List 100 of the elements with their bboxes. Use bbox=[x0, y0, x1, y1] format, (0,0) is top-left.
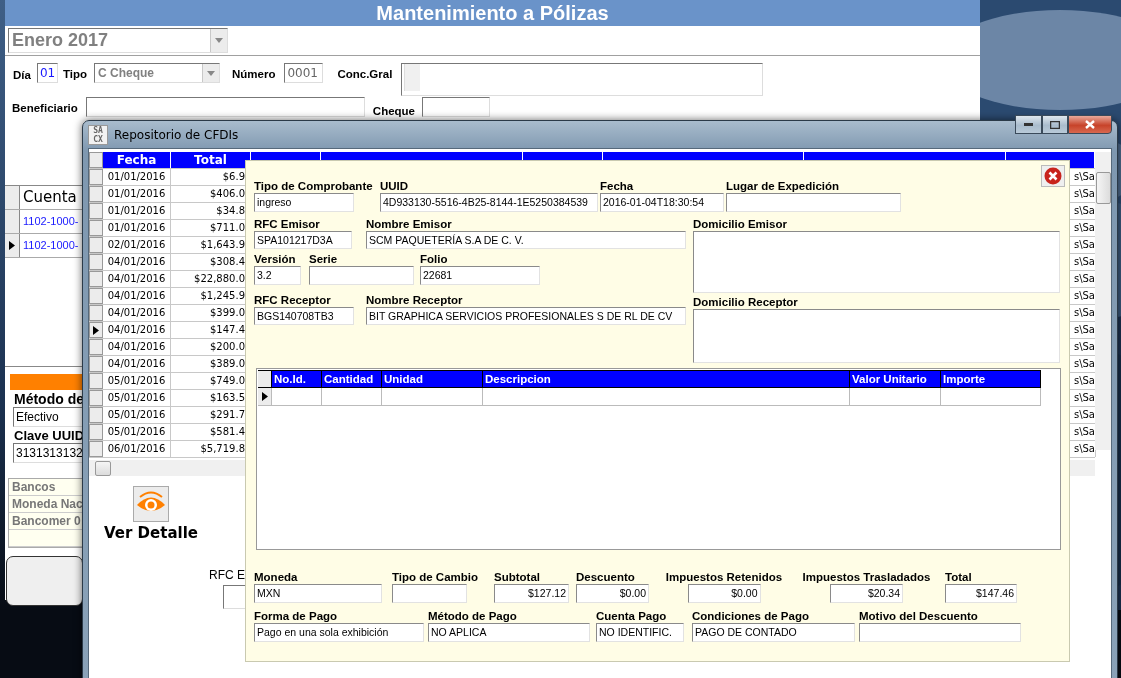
text-field[interactable]: SPA101217D3A bbox=[254, 231, 352, 249]
row-pointer-icon bbox=[9, 241, 15, 250]
field-label: Cuenta Pago bbox=[596, 609, 667, 623]
table-cell: 04/01/2016 bbox=[103, 305, 171, 321]
field-label: Total bbox=[945, 570, 972, 584]
view-detail-button[interactable]: Ver Detalle bbox=[101, 486, 201, 542]
table-cell: 04/01/2016 bbox=[103, 288, 171, 304]
field-label: Condiciones de Pago bbox=[692, 609, 809, 623]
text-field[interactable]: 22681 bbox=[420, 266, 540, 285]
column-header[interactable]: Total bbox=[171, 152, 251, 168]
column-header[interactable]: Valor Unitario bbox=[850, 370, 941, 388]
text-field[interactable] bbox=[693, 231, 1060, 293]
concept-field[interactable] bbox=[401, 63, 764, 96]
dropdown-arrow-icon bbox=[206, 70, 215, 76]
list-item[interactable]: Bancos bbox=[9, 479, 82, 496]
field-label: Número bbox=[231, 68, 276, 80]
text-field[interactable]: 4D933130-5516-4B25-8144-1E5250384539 bbox=[380, 193, 598, 212]
field-label: Motivo del Descuento bbox=[859, 609, 978, 623]
field-label: Serie bbox=[309, 252, 338, 266]
field-label: Tipo de Comprobante bbox=[254, 179, 373, 193]
column-header[interactable]: Unidad bbox=[382, 370, 483, 388]
field-label: Nombre Receptor bbox=[366, 293, 463, 307]
text-field[interactable]: 3.2 bbox=[254, 266, 301, 285]
table-cell: 04/01/2016 bbox=[103, 254, 171, 270]
field-label: Subtotal bbox=[494, 570, 540, 584]
row-selector[interactable] bbox=[5, 234, 20, 257]
text-field[interactable] bbox=[392, 584, 467, 603]
column-header[interactable]: Descripcion bbox=[483, 370, 850, 388]
text-field[interactable]: $0.00 bbox=[687, 584, 761, 603]
table-cell: 05/01/2016 bbox=[103, 407, 171, 423]
column-header[interactable]: Fecha bbox=[103, 152, 171, 168]
list-item[interactable]: Bancomer 0 bbox=[9, 513, 82, 530]
field-label: Impuestos Trasladados bbox=[802, 570, 931, 584]
table-cell: 04/01/2016 bbox=[103, 339, 171, 355]
field-label: UUID bbox=[380, 179, 409, 193]
column-header[interactable]: Importe bbox=[941, 370, 1041, 388]
field-label: Conc.Gral bbox=[337, 68, 393, 80]
text-field[interactable]: $0.00 bbox=[576, 584, 649, 603]
text-field[interactable]: 2016-01-04T18:30:54 bbox=[600, 193, 724, 212]
table-cell: 04/01/2016 bbox=[103, 356, 171, 372]
row-selector[interactable] bbox=[258, 388, 272, 406]
text-field[interactable]: MXN bbox=[254, 584, 382, 603]
column-header[interactable]: Cantidad bbox=[322, 370, 382, 388]
text-field[interactable]: $127.12 bbox=[494, 584, 569, 603]
text-field[interactable] bbox=[693, 309, 1060, 363]
table-cell: 01/01/2016 bbox=[103, 169, 171, 185]
number-field[interactable]: 0001 bbox=[284, 63, 324, 83]
field-label: RFC E bbox=[209, 568, 245, 582]
table-cell: 05/01/2016 bbox=[103, 390, 171, 406]
list-item[interactable] bbox=[9, 530, 82, 547]
column-header: Cuenta bbox=[22, 187, 77, 208]
field-label: Versión bbox=[254, 252, 296, 266]
period-dropdown[interactable]: Enero 2017 bbox=[8, 28, 228, 53]
field-label: RFC Emisor bbox=[254, 217, 320, 231]
vertical-scrollbar[interactable] bbox=[1095, 152, 1111, 450]
text-field[interactable] bbox=[309, 266, 414, 285]
text-field[interactable]: ingreso bbox=[254, 193, 354, 212]
text-field[interactable]: BGS140708TB3 bbox=[254, 307, 354, 325]
table-cell: 04/01/2016 bbox=[103, 322, 171, 338]
text-field[interactable] bbox=[859, 623, 1021, 642]
maximize-icon bbox=[1050, 120, 1060, 129]
minimize-button[interactable] bbox=[1015, 115, 1042, 134]
text-field[interactable]: NO APLICA bbox=[428, 623, 590, 642]
grid-corner bbox=[258, 370, 272, 388]
beneficiary-field[interactable] bbox=[85, 97, 365, 117]
cheque-field[interactable] bbox=[422, 97, 490, 117]
table-cell: 06/01/2016 bbox=[103, 441, 171, 457]
field-label: Fecha bbox=[600, 179, 634, 193]
row-selector[interactable] bbox=[89, 322, 103, 338]
type-dropdown[interactable]: C Cheque bbox=[93, 63, 220, 83]
row-pointer-icon bbox=[93, 325, 99, 335]
app-icon: SA CX bbox=[88, 124, 108, 145]
table-cell: 01/01/2016 bbox=[103, 203, 171, 219]
text-field[interactable]: BIT GRAPHICA SERVICIOS PROFESIONALES S DE RL DE CV bbox=[366, 307, 686, 325]
close-button[interactable] bbox=[1068, 115, 1112, 134]
text-field[interactable]: Pago en una sola exhibición bbox=[254, 623, 424, 642]
column-header[interactable]: No.Id. bbox=[272, 370, 322, 388]
table-cell: 01/01/2016 bbox=[103, 186, 171, 202]
text-field[interactable]: $147.46 bbox=[945, 584, 1017, 603]
close-icon bbox=[1044, 167, 1062, 185]
field-label: Método de Pago bbox=[428, 609, 517, 623]
text-field[interactable]: NO IDENTIFIC. bbox=[596, 623, 684, 642]
table-cell bbox=[272, 388, 322, 406]
text-field[interactable]: $20.34 bbox=[830, 584, 903, 603]
close-button[interactable] bbox=[1041, 165, 1065, 187]
field-label: Nombre Emisor bbox=[366, 217, 452, 231]
table-cell: 04/01/2016 bbox=[103, 271, 171, 287]
field-label: Domicilio Receptor bbox=[693, 295, 798, 309]
field-label: Domicilio Emisor bbox=[693, 217, 787, 231]
table-cell: 02/01/2016 bbox=[103, 237, 171, 253]
field-label: Impuestos Retenidos bbox=[665, 570, 783, 584]
text-field[interactable] bbox=[726, 193, 901, 212]
field-label: Folio bbox=[420, 252, 448, 266]
field-label: Beneficiario bbox=[12, 102, 78, 114]
field-label: Tipo de Cambio bbox=[392, 570, 479, 584]
text-field[interactable]: PAGO DE CONTADO bbox=[692, 623, 855, 642]
day-field[interactable]: 01 bbox=[36, 63, 58, 83]
text-field[interactable]: SCM PAQUETERÍA S.A DE C. V. bbox=[366, 231, 686, 249]
list-item[interactable]: Moneda Nac bbox=[9, 496, 82, 513]
maximize-button[interactable] bbox=[1042, 115, 1068, 134]
